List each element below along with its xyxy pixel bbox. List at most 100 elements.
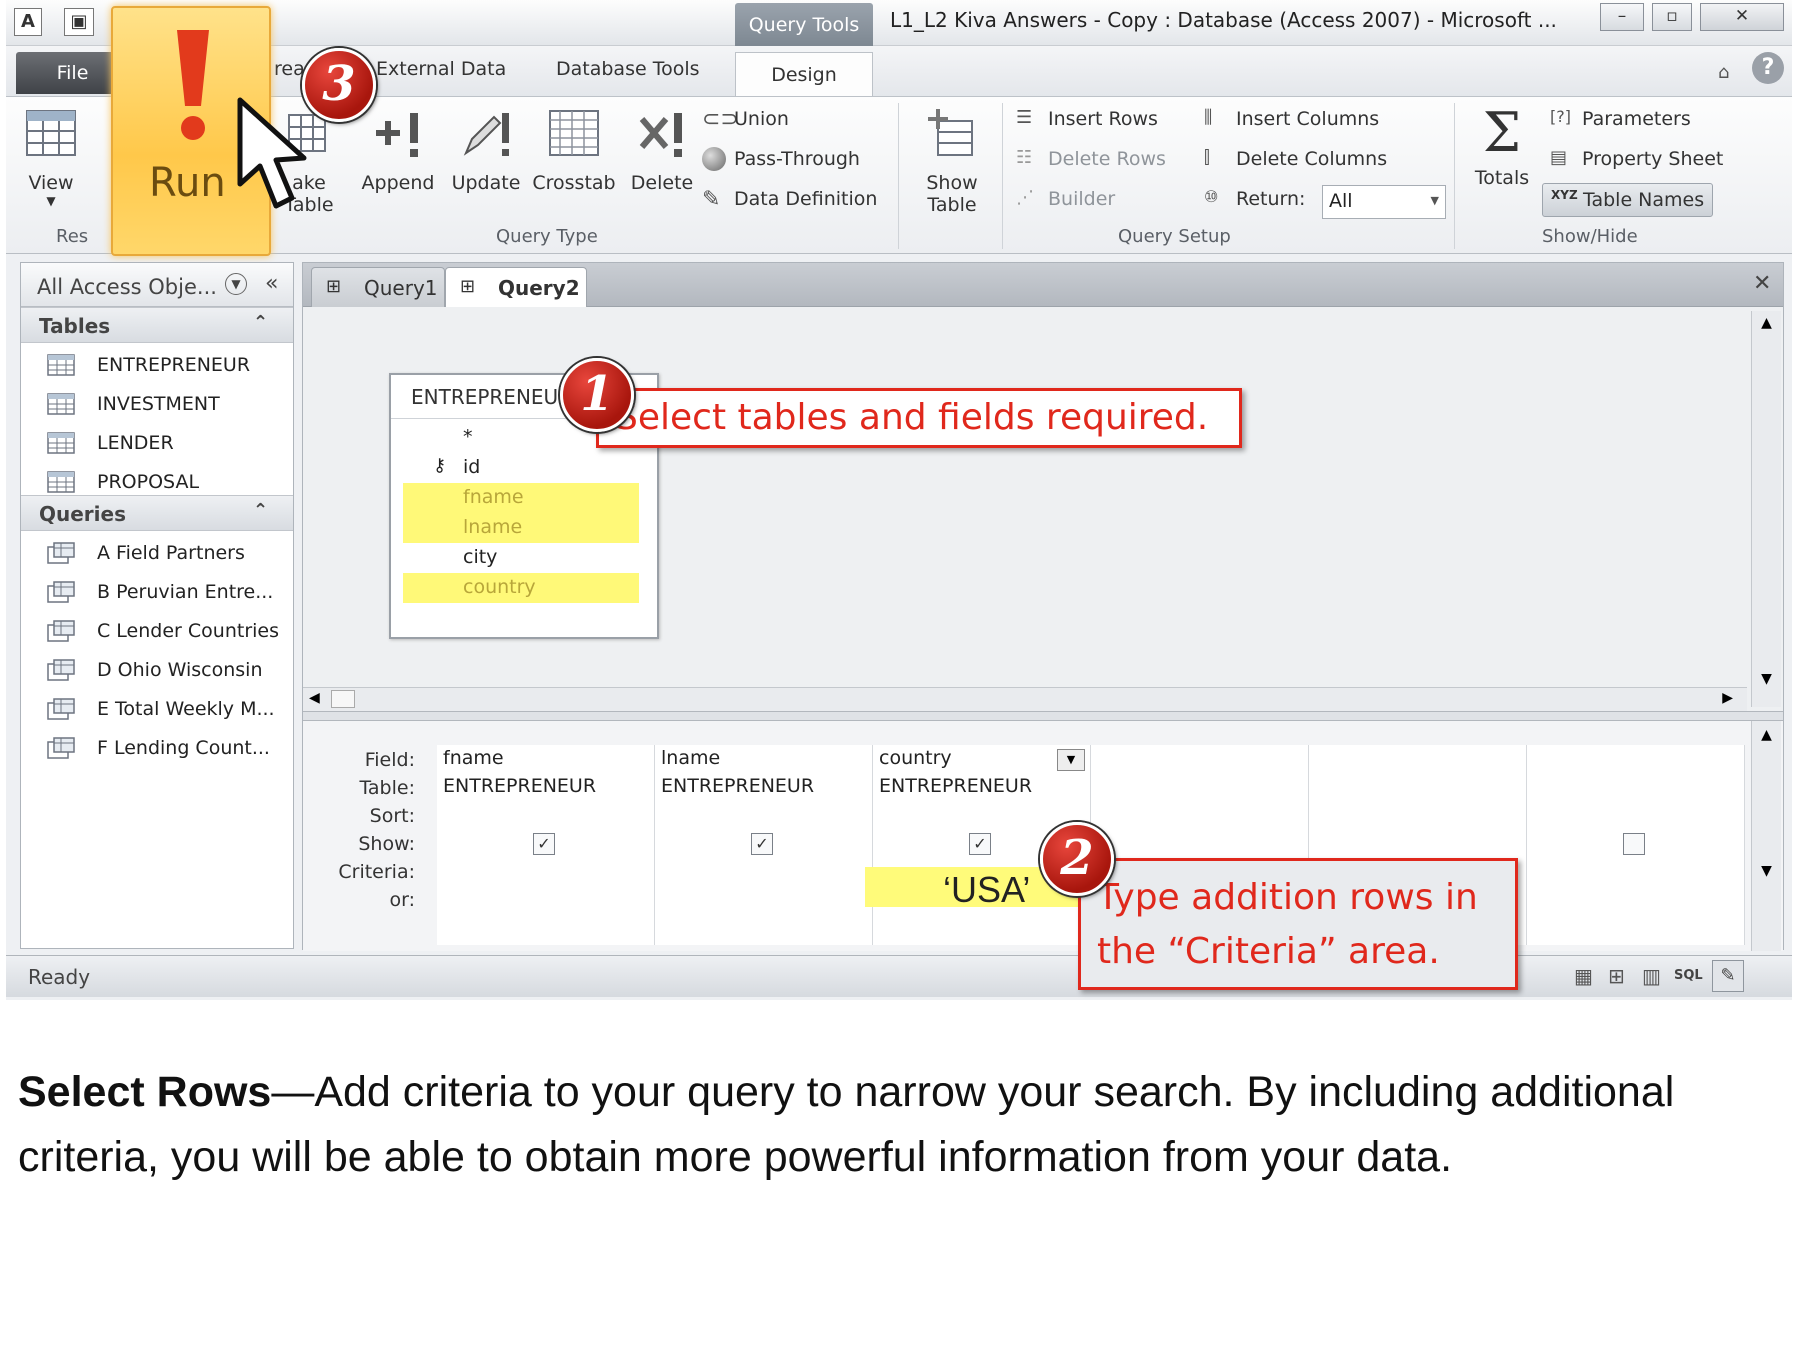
scroll-right-icon[interactable]: ▶ — [1722, 690, 1733, 706]
slide-caption: Select Rows—Add criteria to your query t… — [18, 1060, 1788, 1190]
return-control: ⑩ Return: — [1204, 187, 1306, 210]
nav-query-item[interactable]: E Total Weekly M... — [21, 689, 293, 729]
return-select[interactable]: All ▼ — [1322, 185, 1446, 219]
datasheet-view-icon[interactable]: ▦ — [1574, 964, 1593, 988]
access-logo-icon: A — [14, 8, 42, 36]
query-icon — [47, 542, 75, 564]
nav-query-item[interactable]: F Lending Count... — [21, 728, 293, 768]
group-results-label: Res — [56, 226, 89, 247]
wand-icon: ⋰ — [1016, 187, 1034, 208]
insert-rows-button[interactable]: ☰ Insert Rows — [1016, 107, 1158, 131]
nav-dropdown-icon[interactable]: ▼ — [225, 273, 247, 295]
scroll-thumb[interactable] — [331, 690, 355, 708]
query-icon — [47, 581, 75, 603]
union-button[interactable]: ⊂⊃ Union — [702, 107, 789, 132]
ribbon-tab-row: rea External Data Database Tools ⌂ ? — [6, 46, 1792, 96]
scroll-up-icon[interactable]: ▲ — [1752, 315, 1781, 331]
sql-view-icon[interactable]: SQL — [1674, 968, 1703, 983]
grid-scrollbar[interactable]: ▲ ▼ — [1751, 721, 1781, 951]
property-sheet-button[interactable]: ▤ Property Sheet — [1550, 147, 1723, 171]
nav-table-item[interactable]: LENDER — [21, 423, 293, 463]
append-icon — [376, 113, 418, 157]
return-icon: ⑩ — [1204, 187, 1219, 206]
delete-x-icon — [639, 113, 682, 157]
scroll-down-icon[interactable]: ▼ — [1752, 863, 1781, 879]
view-button[interactable]: View ▼ — [20, 105, 82, 208]
step-badge-1: 1 — [560, 358, 634, 432]
pane-splitter[interactable] — [303, 711, 1783, 721]
parameters-button[interactable]: [?] Parameters — [1550, 107, 1691, 131]
close-window-button[interactable]: ✕ — [1700, 3, 1784, 31]
tab-design[interactable]: Design — [735, 52, 873, 98]
show-checkbox[interactable]: ✓ — [533, 833, 555, 855]
table-icon — [47, 432, 75, 454]
show-checkbox[interactable] — [1623, 833, 1645, 855]
close-tab-icon[interactable]: ✕ — [1753, 271, 1771, 296]
table-names-button[interactable]: XYZ Table Names — [1542, 183, 1714, 217]
shutter-collapse-icon[interactable]: « — [265, 271, 278, 296]
save-icon[interactable]: ▣ — [64, 8, 94, 36]
tab-external-data[interactable]: External Data — [376, 58, 506, 80]
field-id[interactable]: ⚷ id — [403, 453, 639, 483]
show-table-button[interactable]: Show Table — [914, 105, 990, 216]
pencil-ruler-icon: ✎ — [702, 187, 721, 212]
nav-query-item[interactable]: B Peruvian Entre... — [21, 572, 293, 612]
nav-table-item[interactable]: ENTREPRENEUR — [21, 345, 293, 385]
pass-through-button[interactable]: Pass-Through — [702, 147, 860, 171]
nav-section-tables[interactable]: Tables ⌃ — [21, 307, 293, 343]
field-lname[interactable]: lname — [403, 513, 639, 543]
vertical-scrollbar[interactable]: ▲ ▼ — [1751, 311, 1781, 707]
design-view-icon[interactable]: ✎ — [1712, 960, 1744, 992]
table-names-icon: XYZ — [1551, 188, 1578, 202]
data-definition-button[interactable]: ✎ Data Definition — [702, 187, 877, 212]
tab-query2[interactable]: ⊞ Query2 — [445, 267, 587, 307]
grid-column-lname[interactable]: lname ENTREPRENEUR ✓ — [655, 745, 873, 945]
scroll-left-icon[interactable]: ◀ — [309, 690, 320, 706]
row-label-criteria: Criteria: — [338, 861, 415, 883]
builder-button[interactable]: ⋰ Builder — [1016, 187, 1115, 211]
delete-columns-button[interactable]: ⫿ Delete Columns — [1204, 147, 1387, 171]
chart-view-icon[interactable]: ▥ — [1642, 964, 1661, 988]
row-label-or: or: — [389, 889, 415, 911]
group-show-hide-label: Show/Hide — [1542, 226, 1638, 247]
criteria-usa[interactable]: ‘USA’ — [943, 869, 1030, 911]
scroll-down-icon[interactable]: ▼ — [1752, 671, 1781, 687]
pivot-view-icon[interactable]: ⊞ — [1608, 964, 1625, 988]
insert-columns-button[interactable]: ⫼ Insert Columns — [1204, 107, 1379, 131]
nav-section-queries[interactable]: Queries ⌃ — [21, 495, 293, 531]
crosstab-button[interactable]: Crosstab — [528, 105, 620, 194]
append-button[interactable]: Append — [356, 105, 440, 194]
update-button[interactable]: Update — [446, 105, 526, 194]
parameters-icon: [?] — [1550, 107, 1571, 126]
nav-query-item[interactable]: D Ohio Wisconsin — [21, 650, 293, 690]
tab-query1[interactable]: ⊞ Query1 — [311, 267, 445, 307]
tab-database-tools[interactable]: Database Tools — [556, 58, 700, 80]
crosstab-icon — [549, 110, 599, 156]
nav-query-item[interactable]: A Field Partners — [21, 533, 293, 573]
insert-rows-icon: ☰ — [1016, 107, 1033, 128]
delete-rows-icon: ☷ — [1016, 147, 1033, 168]
horizontal-scrollbar[interactable]: ◀ ▶ — [303, 687, 1747, 711]
show-checkbox[interactable]: ✓ — [969, 833, 991, 855]
field-dropdown-icon[interactable]: ▼ — [1057, 749, 1085, 771]
collapse-ribbon-icon[interactable]: ⌂ — [1718, 62, 1729, 83]
field-city[interactable]: city — [403, 543, 639, 573]
totals-button[interactable]: Σ Totals — [1466, 105, 1538, 190]
help-icon[interactable]: ? — [1752, 52, 1784, 84]
maximize-button[interactable]: ▫ — [1652, 3, 1692, 31]
grid-column-empty[interactable] — [1527, 745, 1745, 945]
scroll-up-icon[interactable]: ▲ — [1752, 727, 1781, 743]
show-checkbox[interactable]: ✓ — [751, 833, 773, 855]
field-country[interactable]: country — [403, 573, 639, 603]
nav-header[interactable]: All Access Obje... ▼ « — [21, 263, 293, 307]
minimize-button[interactable]: – — [1600, 3, 1644, 31]
delete-button[interactable]: Delete — [624, 105, 700, 194]
delete-rows-button[interactable]: ☷ Delete Rows — [1016, 147, 1166, 171]
nav-query-item[interactable]: C Lender Countries — [21, 611, 293, 651]
property-sheet-icon: ▤ — [1550, 147, 1568, 168]
query-tools-context-tab: Query Tools — [735, 3, 873, 47]
nav-table-item[interactable]: INVESTMENT — [21, 384, 293, 424]
grid-column-fname[interactable]: fname ENTREPRENEUR ✓ — [437, 745, 655, 945]
field-fname[interactable]: fname — [403, 483, 639, 513]
tab-create[interactable]: rea — [274, 58, 305, 80]
